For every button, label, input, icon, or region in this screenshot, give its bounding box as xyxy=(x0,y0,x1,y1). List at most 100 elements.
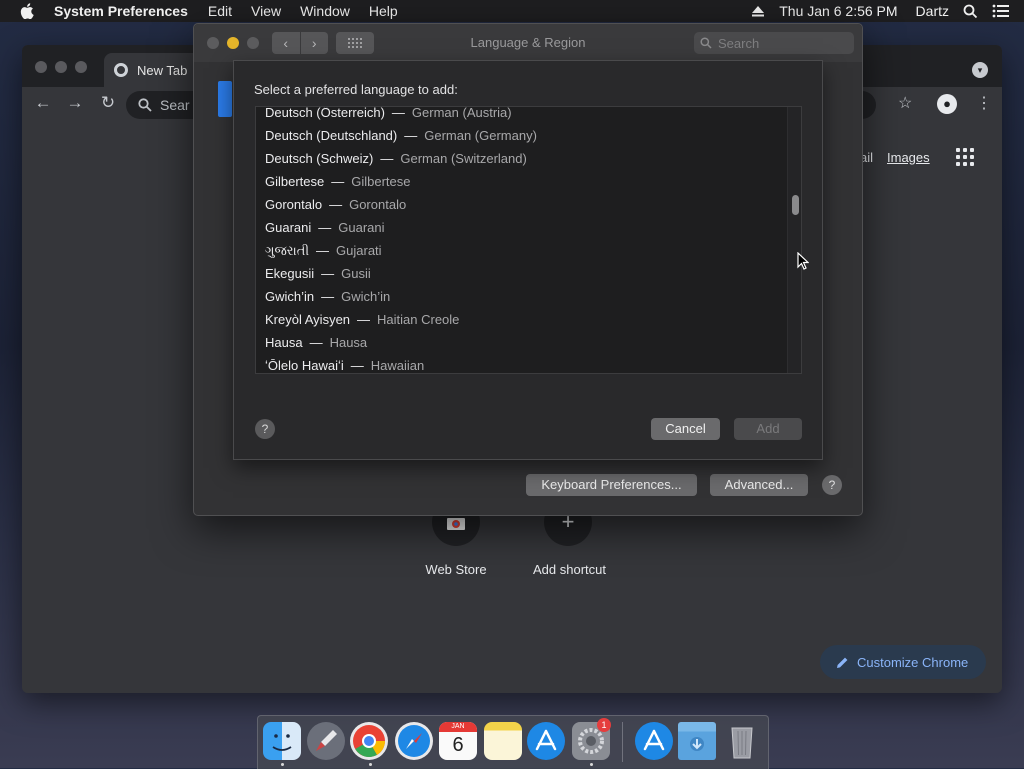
app-store-icon[interactable] xyxy=(527,722,565,760)
prefs-search-field[interactable]: Search xyxy=(694,32,854,54)
language-row[interactable]: Guarani — Guarani xyxy=(265,216,385,239)
apple-icon[interactable] xyxy=(20,3,34,19)
language-english-name: Hausa xyxy=(329,335,368,350)
tab-search-icon[interactable]: ▾ xyxy=(972,62,988,78)
shortcut-label: Web Store xyxy=(425,562,487,577)
customize-chrome-button[interactable]: Customize Chrome xyxy=(820,645,986,679)
show-all-grid-icon[interactable] xyxy=(336,32,374,54)
language-separator: — xyxy=(331,174,345,189)
google-apps-icon[interactable] xyxy=(955,148,974,166)
mouse-cursor-icon xyxy=(797,252,809,270)
menu-help[interactable]: Help xyxy=(369,3,398,19)
app-store-icon[interactable] xyxy=(635,722,673,760)
chrome-menu-icon[interactable]: ⋮ xyxy=(976,93,992,113)
google-top-links: ail Images xyxy=(860,148,974,166)
add-button[interactable]: Add xyxy=(734,418,802,440)
language-english-name: German (Switzerland) xyxy=(400,151,527,166)
chrome-minimize-button[interactable] xyxy=(55,61,67,73)
spotlight-icon[interactable] xyxy=(963,4,978,19)
language-row[interactable]: Deutsch (Österreich) — German (Austria) xyxy=(265,106,512,124)
language-row[interactable]: ગુજરાતી — Gujarati xyxy=(265,239,382,262)
safari-icon[interactable] xyxy=(395,722,433,760)
prefs-badge: 1 xyxy=(597,718,611,732)
language-separator: — xyxy=(329,197,343,212)
trash-icon[interactable] xyxy=(723,722,761,760)
language-separator: — xyxy=(318,220,332,235)
language-row[interactable]: Ekegusii — Gusii xyxy=(265,262,371,285)
app-name-menu[interactable]: System Preferences xyxy=(54,3,188,19)
language-native-name: ગુજરાતી xyxy=(265,243,310,258)
language-english-name: German (Germany) xyxy=(424,128,537,143)
chrome-icon[interactable] xyxy=(350,722,388,760)
prefs-zoom-button[interactable] xyxy=(247,37,259,49)
running-indicator xyxy=(281,763,284,766)
keyboard-preferences-button[interactable]: Keyboard Preferences... xyxy=(526,474,697,496)
language-native-name: Guarani xyxy=(265,220,312,235)
language-region-flag-icon xyxy=(218,81,232,117)
downloads-folder-icon[interactable] xyxy=(678,722,716,760)
language-row[interactable]: Gilbertese — Gilbertese xyxy=(265,170,411,193)
language-row[interactable]: Hausa — Hausa xyxy=(265,331,367,354)
chrome-close-button[interactable] xyxy=(35,61,47,73)
advanced-button[interactable]: Advanced... xyxy=(710,474,808,496)
prefs-minimize-button[interactable] xyxy=(227,37,239,49)
language-english-name: Guarani xyxy=(338,220,385,235)
language-row[interactable]: Gwich’in — Gwich’in xyxy=(265,285,390,308)
language-english-name: German (Austria) xyxy=(411,106,512,120)
images-link[interactable]: Images xyxy=(887,150,930,165)
notification-center-icon[interactable] xyxy=(992,4,1010,18)
chrome-favicon-icon xyxy=(114,63,128,77)
calendar-month: JAN xyxy=(439,722,477,732)
language-row[interactable]: Kreyòl Ayisyen — Haitian Creole xyxy=(265,308,459,331)
back-arrow-icon[interactable]: ← xyxy=(32,92,54,114)
prefs-back-chevron-icon[interactable]: ‹ xyxy=(272,32,300,54)
language-row[interactable]: ʻŌlelo Hawaiʻi — Hawaiian xyxy=(265,354,425,373)
menu-view[interactable]: View xyxy=(251,3,281,19)
prefs-search-placeholder: Search xyxy=(718,35,760,51)
omnibox-placeholder: Sear xyxy=(160,97,190,113)
language-native-name: Gorontalo xyxy=(265,197,323,212)
running-indicator xyxy=(369,763,372,766)
chrome-zoom-button[interactable] xyxy=(75,61,87,73)
language-native-name: Gwich’in xyxy=(265,289,315,304)
language-row[interactable]: Deutsch (Schweiz) — German (Switzerland) xyxy=(265,147,527,170)
add-language-sheet: Select a preferred language to add: Deut… xyxy=(233,60,823,460)
language-english-name: Gwich’in xyxy=(341,289,391,304)
language-english-name: Hawaiian xyxy=(370,358,425,373)
menu-window[interactable]: Window xyxy=(300,3,350,19)
dock: JAN 6 1 xyxy=(257,715,769,769)
cancel-button[interactable]: Cancel xyxy=(651,418,720,440)
prefs-help-button[interactable]: ? xyxy=(822,475,842,495)
forward-arrow-icon[interactable]: → xyxy=(64,92,86,114)
language-native-name: Deutsch (Österreich) xyxy=(265,106,385,120)
language-separator: — xyxy=(404,128,418,143)
menu-edit[interactable]: Edit xyxy=(208,3,232,19)
scrollbar-thumb[interactable] xyxy=(792,195,799,215)
sheet-help-button[interactable]: ? xyxy=(255,419,275,439)
language-native-name: Deutsch (Deutschland) xyxy=(265,128,398,143)
menubar-clock[interactable]: Thu Jan 6 2:56 PM xyxy=(779,3,897,19)
prefs-close-button[interactable] xyxy=(207,37,219,49)
notes-icon[interactable] xyxy=(484,722,522,760)
language-list-scrollbar[interactable] xyxy=(787,107,801,373)
launchpad-icon[interactable] xyxy=(307,722,345,760)
language-native-name: ʻŌlelo Hawaiʻi xyxy=(265,358,344,373)
bookmark-star-icon[interactable]: ☆ xyxy=(898,93,912,113)
finder-icon[interactable] xyxy=(263,722,301,760)
running-indicator xyxy=(590,763,593,766)
pencil-icon xyxy=(837,657,848,668)
search-icon xyxy=(700,37,712,49)
language-native-name: Gilbertese xyxy=(265,174,325,189)
language-row[interactable]: Gorontalo — Gorontalo xyxy=(265,193,406,216)
profile-avatar-icon[interactable]: ● xyxy=(937,94,957,114)
language-list[interactable]: Deutsch (Österreich) — German (Austria) Deu… xyxy=(255,106,802,374)
prefs-forward-chevron-icon[interactable]: › xyxy=(299,32,329,54)
reload-icon[interactable]: ↻ xyxy=(97,92,119,114)
language-separator: — xyxy=(316,243,330,258)
language-english-name: Gorontalo xyxy=(349,197,407,212)
menubar-user[interactable]: Dartz xyxy=(916,3,949,19)
language-separator: — xyxy=(321,266,335,281)
language-row[interactable]: Deutsch (Deutschland) — German (Germany) xyxy=(265,124,537,147)
calendar-icon[interactable]: JAN 6 xyxy=(439,722,477,760)
eject-icon[interactable] xyxy=(751,5,765,17)
